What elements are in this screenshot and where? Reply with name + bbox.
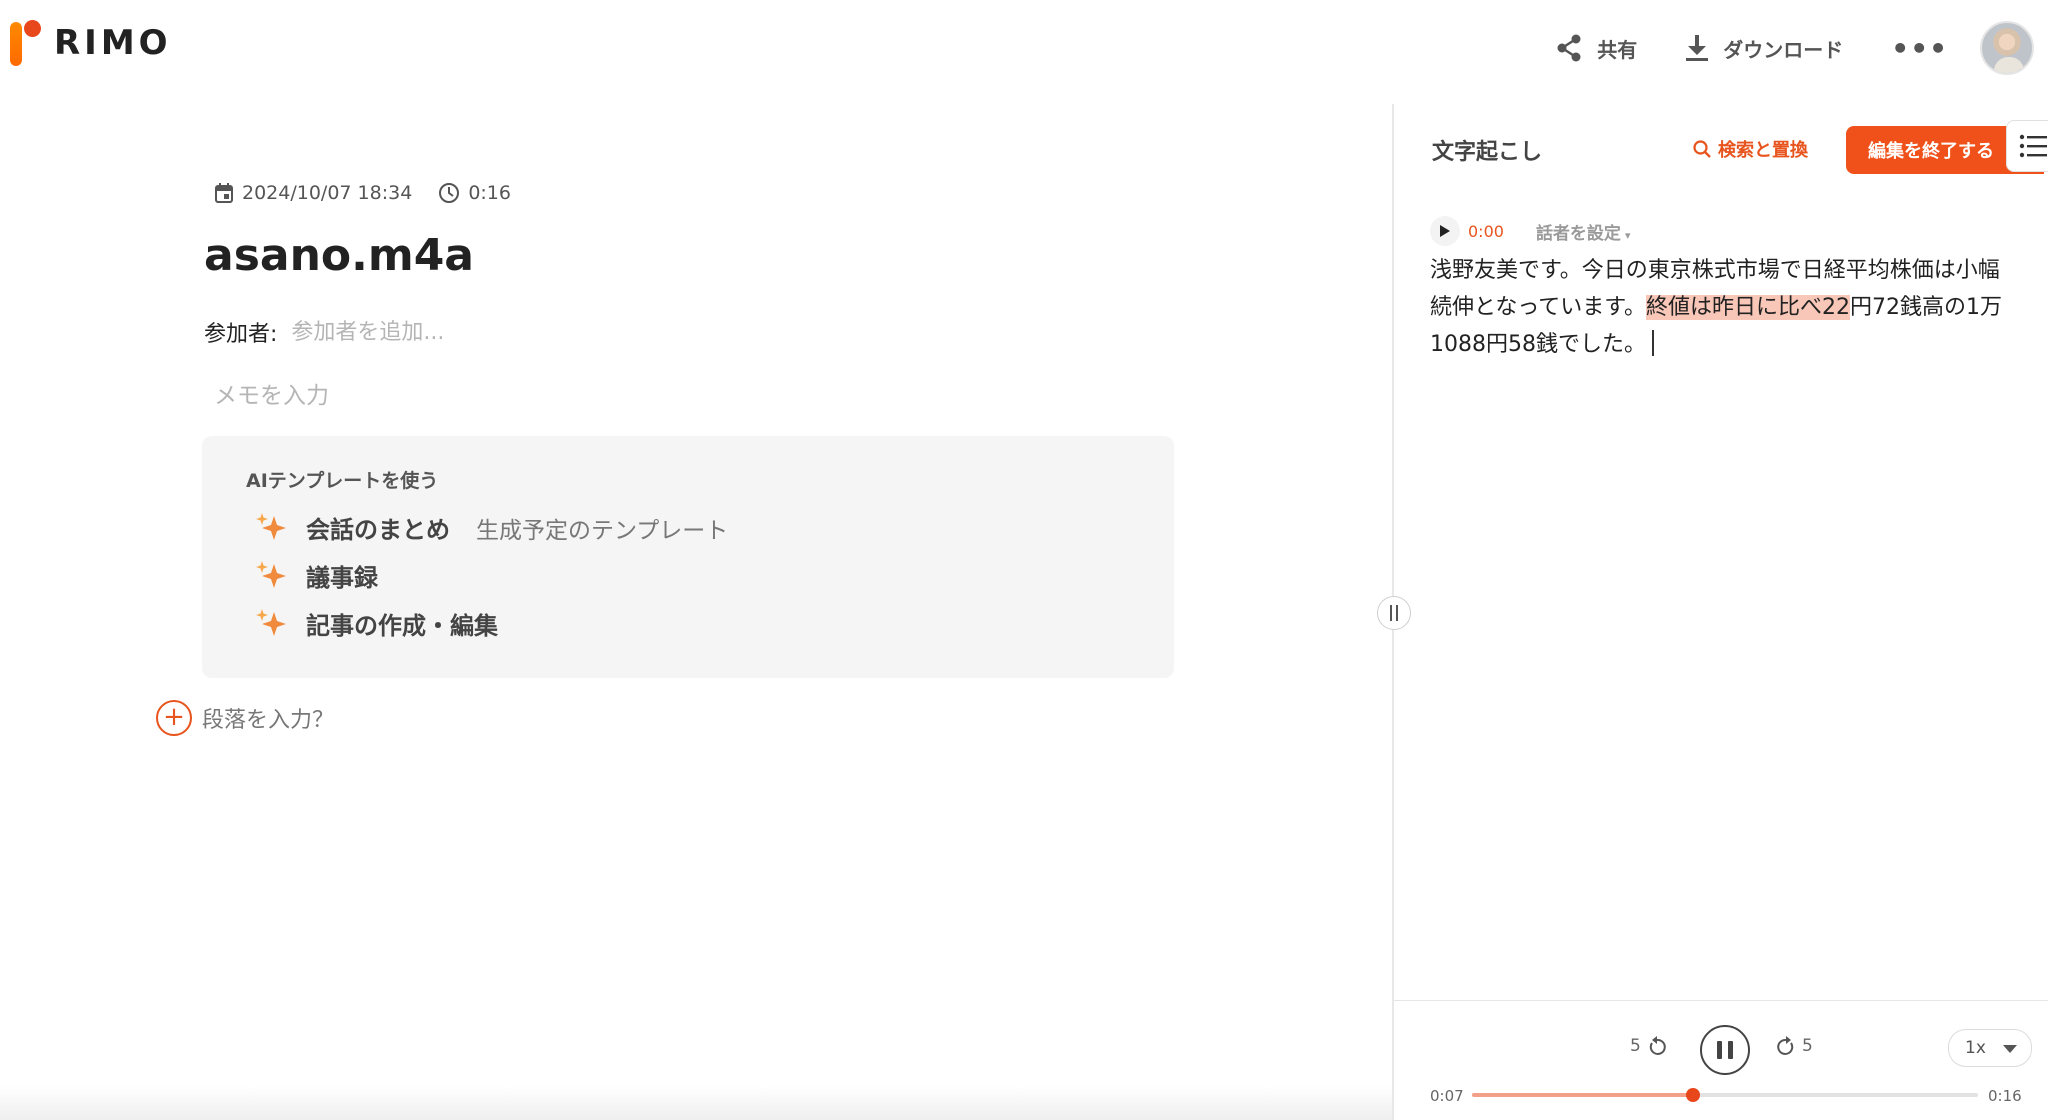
outline-toggle-button[interactable]: [2006, 120, 2048, 172]
clock-icon: [439, 183, 460, 203]
current-time: 0:07: [1430, 1087, 1464, 1105]
ai-template-article[interactable]: 記事の作成・編集: [254, 606, 498, 641]
playback-speed-select[interactable]: 1x: [1948, 1029, 2032, 1067]
audio-player: 5 5 1x 0:07 0:16: [1394, 1001, 2048, 1120]
total-time: 0:16: [1988, 1087, 2022, 1105]
forward-seconds: 5: [1802, 1036, 1813, 1056]
transcript-panel: 文字起こし 検索と置換 編集を終了する 0:00 話者を設定 ▾ 浅野友美です。今…: [1394, 104, 2048, 1120]
search-replace-label: 検索と置換: [1718, 140, 1808, 161]
chevron-down-icon: [2003, 1045, 2017, 1053]
user-avatar[interactable]: [1980, 21, 2034, 75]
download-icon: [1686, 35, 1709, 61]
progress-knob[interactable]: [1686, 1088, 1701, 1102]
forward-icon: [1777, 1036, 1794, 1055]
header-actions: 共有 ダウンロード •••: [1555, 20, 2048, 76]
sparkle-icon: [256, 512, 286, 540]
meta-date: 2024/10/07 18:34: [214, 182, 412, 204]
share-button[interactable]: 共有: [1555, 33, 1637, 63]
segment-text[interactable]: 浅野友美です。今日の東京株式市場で日経平均株価は小幅続伸となっています。終値は昨…: [1430, 252, 2020, 363]
file-meta: 2024/10/07 18:34 0:16: [214, 182, 537, 204]
meta-date-text: 2024/10/07 18:34: [242, 182, 413, 204]
text-cursor: [1651, 330, 1654, 356]
logo-mark-icon: [8, 18, 48, 68]
participants-row: 参加者:: [204, 316, 712, 348]
bottom-shade: [0, 1086, 1392, 1120]
rewind-seconds: 5: [1630, 1036, 1641, 1056]
add-paragraph-plus-icon[interactable]: +: [156, 700, 192, 736]
participants-input[interactable]: [291, 319, 712, 345]
segment-timestamp[interactable]: 0:00: [1468, 222, 1504, 241]
ai-template-heading: AIテンプレートを使う: [246, 470, 439, 492]
download-button[interactable]: ダウンロード: [1685, 34, 1843, 63]
editor-main: 2024/10/07 18:34 0:16 asano.m4a 参加者: メモを…: [0, 96, 1392, 1120]
playback-speed-value: 1x: [1965, 1038, 1986, 1058]
sparkle-icon: [256, 560, 286, 588]
pause-button[interactable]: [1700, 1025, 1750, 1075]
ai-template-desc: 生成予定のテンプレート: [476, 517, 729, 544]
logo-text: RIMO: [54, 23, 172, 63]
segment-text-highlight: 終値は昨日に比べ22: [1646, 295, 1851, 320]
rimo-logo[interactable]: RIMO: [8, 18, 172, 68]
share-label: 共有: [1597, 37, 1638, 62]
rewind-icon: [1649, 1036, 1666, 1055]
ai-template-name: 記事の作成・編集: [306, 612, 498, 640]
meta-duration-text: 0:16: [468, 182, 511, 204]
ai-template-box: AIテンプレートを使う 会話のまとめ 生成予定のテンプレート 議事録 記事の作成…: [202, 436, 1174, 678]
add-paragraph-row[interactable]: + 段落を入力？: [156, 700, 334, 736]
speaker-select[interactable]: 話者を設定 ▾: [1536, 219, 1631, 244]
forward-button[interactable]: 5: [1776, 1035, 1813, 1057]
rewind-button[interactable]: 5: [1630, 1035, 1667, 1057]
chevron-down-icon: ▾: [1624, 228, 1631, 242]
more-icon: •••: [1891, 31, 1948, 65]
segment-header: 0:00 話者を設定 ▾: [1430, 216, 1630, 246]
play-icon: [1440, 225, 1450, 237]
ai-template-minutes[interactable]: 議事録: [254, 558, 378, 593]
segment-play-button[interactable]: [1430, 216, 1460, 246]
calendar-icon: [215, 183, 233, 203]
transcript-title: 文字起こし: [1432, 140, 1543, 165]
search-replace-button[interactable]: 検索と置換: [1692, 136, 1808, 162]
more-options-button[interactable]: •••: [1891, 32, 1948, 65]
ai-template-name: 会話のまとめ: [306, 516, 450, 544]
memo-input[interactable]: メモを入力: [214, 376, 914, 410]
meta-duration: 0:16: [438, 182, 511, 204]
progress-fill: [1472, 1093, 1694, 1097]
search-icon: [1693, 140, 1711, 158]
app-header: RIMO 共有 ダウンロード •••: [0, 0, 2048, 96]
progress-track[interactable]: [1472, 1088, 1978, 1102]
ai-template-name: 議事録: [306, 564, 378, 592]
file-title[interactable]: asano.m4a: [204, 230, 474, 281]
participants-label: 参加者:: [204, 322, 278, 347]
add-paragraph-label[interactable]: 段落を入力？: [202, 702, 334, 734]
list-icon: [2019, 134, 2047, 158]
share-icon: [1557, 34, 1581, 62]
sparkle-icon: [256, 608, 286, 636]
pause-icon: [1717, 1041, 1722, 1059]
ai-template-summary[interactable]: 会話のまとめ 生成予定のテンプレート: [254, 510, 728, 545]
speaker-select-label: 話者を設定: [1535, 223, 1621, 244]
download-label: ダウンロード: [1723, 37, 1844, 62]
